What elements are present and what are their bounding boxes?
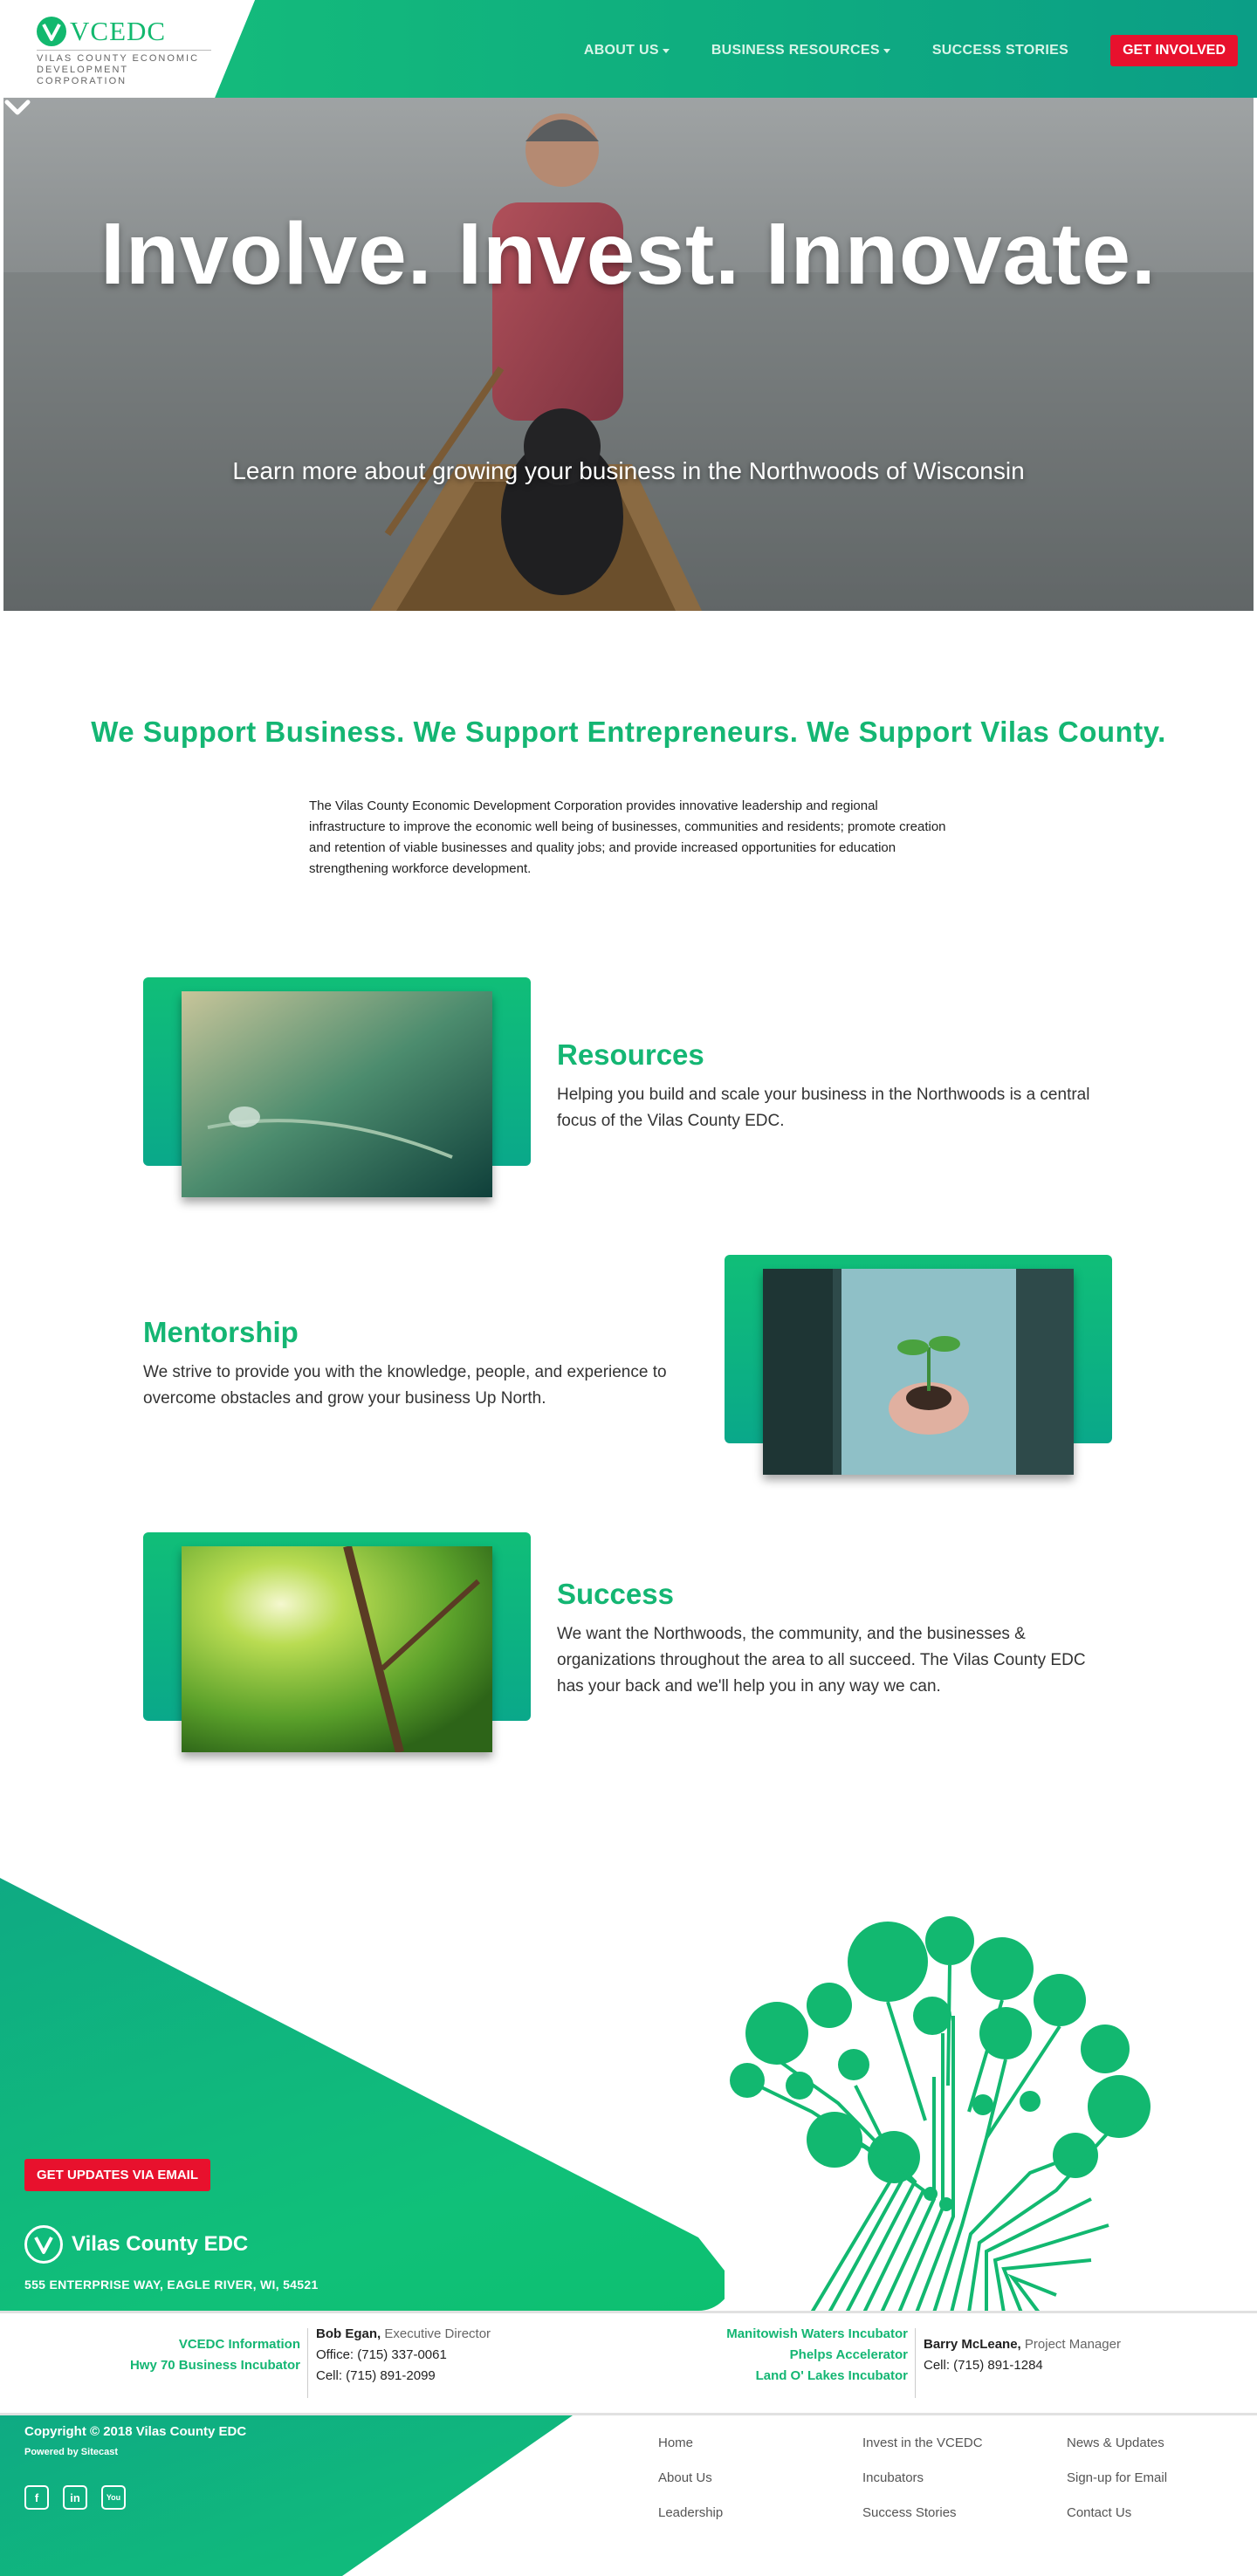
intro-text: The Vilas County Economic Development Co… xyxy=(309,798,946,876)
footer-link-invest[interactable]: Invest in the VCEDC xyxy=(862,2426,983,2461)
nav-success-stories-label: SUCCESS STORIES xyxy=(931,43,1069,58)
footer-link-about-us[interactable]: About Us xyxy=(658,2461,723,2496)
nav-success-stories[interactable]: SUCCESS STORIES xyxy=(932,43,1068,58)
logo-text: VCEDC xyxy=(70,16,167,46)
feature-text-success: We want the Northwoods, the community, a… xyxy=(557,1625,1086,1696)
success-image xyxy=(182,1546,492,1752)
get-involved-button[interactable]: GET INVOLVED xyxy=(1110,35,1238,66)
chevron-down-icon[interactable] xyxy=(3,98,31,119)
vcedc-logo[interactable]: VCEDC VILAS COUNTY ECONOMIC DEVELOPMENT … xyxy=(37,16,211,87)
hero-banner: Involve. Invest. Innovate. Learn more ab… xyxy=(3,98,1254,611)
logo-subtitle: VILAS COUNTY ECONOMIC DEVELOPMENT CORPOR… xyxy=(37,50,211,87)
footer-links-col-2: Invest in the VCEDC Incubators Success S… xyxy=(862,2426,983,2531)
linkedin-icon[interactable]: in xyxy=(63,2485,87,2510)
nav-about-us[interactable]: ABOUT US xyxy=(584,43,670,58)
powered-by-text[interactable]: Powered by Sitecast xyxy=(24,2447,118,2457)
logo-subtitle-line1: VILAS COUNTY ECONOMIC xyxy=(37,53,200,64)
social-links: f in You xyxy=(24,2485,126,2510)
link-vcedc-information[interactable]: VCEDC Information xyxy=(87,2334,300,2355)
hero-photo xyxy=(3,98,1254,611)
contact-cell-bob: Cell: (715) 891-2099 xyxy=(316,2368,436,2383)
link-manitowish-incubator[interactable]: Manitowish Waters Incubator xyxy=(628,2324,908,2345)
feature-title-success: Success xyxy=(557,1578,674,1610)
hero-subtitle: Learn more about growing your business i… xyxy=(232,457,1025,484)
circuit-tree-illustration xyxy=(730,1916,1151,2312)
footer-link-incubators[interactable]: Incubators xyxy=(862,2461,983,2496)
contact-role-barry: Project Manager xyxy=(1024,2337,1121,2352)
copyright-text: Copyright © 2018 Vilas County EDC xyxy=(24,2424,247,2439)
contact-name-barry: Barry McLeane, xyxy=(924,2337,1021,2352)
caret-down-icon xyxy=(883,48,890,53)
footer-link-signup-email[interactable]: Sign-up for Email xyxy=(1067,2461,1167,2496)
link-phelps-accelerator[interactable]: Phelps Accelerator xyxy=(628,2345,908,2366)
main-nav: ABOUT US BUSINESS RESOURCES SUCCESS STOR… xyxy=(584,35,1238,66)
logo-v-icon xyxy=(37,17,66,46)
footer-address: 555 ENTERPRISE WAY, EAGLE RIVER, WI, 545… xyxy=(24,2278,319,2292)
link-hwy70-incubator[interactable]: Hwy 70 Business Incubator xyxy=(87,2355,300,2376)
contact-links-left: VCEDC Information Hwy 70 Business Incuba… xyxy=(87,2334,300,2376)
footer-link-contact-us[interactable]: Contact Us xyxy=(1067,2496,1167,2531)
contact-cell-barry: Cell: (715) 891-1284 xyxy=(924,2358,1043,2373)
contact-divider-right xyxy=(915,2328,916,2398)
nav-about-us-label: ABOUT US xyxy=(583,43,659,58)
footer-links-col-1: Home About Us Leadership xyxy=(658,2426,723,2531)
facebook-icon[interactable]: f xyxy=(24,2485,49,2510)
contact-divider-left xyxy=(307,2328,308,2398)
footer-link-news[interactable]: News & Updates xyxy=(1067,2426,1167,2461)
footer-logo-v-icon xyxy=(24,2225,63,2264)
footer-link-home[interactable]: Home xyxy=(658,2426,723,2461)
feature-text-mentorship: We strive to provide you with the knowle… xyxy=(143,1363,667,1408)
footer-brand-name: Vilas County EDC xyxy=(72,2232,249,2256)
link-land-o-lakes-incubator[interactable]: Land O' Lakes Incubator xyxy=(628,2366,908,2387)
contact-office-bob: Office: (715) 337-0061 xyxy=(316,2347,447,2362)
footer-link-success-stories[interactable]: Success Stories xyxy=(862,2496,983,2531)
contact-person-right: Barry McLeane, Project Manager Cell: (71… xyxy=(924,2334,1185,2376)
footer-brand[interactable]: Vilas County EDC xyxy=(24,2225,248,2264)
contact-role-bob: Executive Director xyxy=(384,2326,491,2341)
logo-subtitle-line2: DEVELOPMENT CORPORATION xyxy=(37,65,128,86)
footer-link-leadership[interactable]: Leadership xyxy=(658,2496,723,2531)
contact-person-left: Bob Egan, Executive Director Office: (71… xyxy=(316,2324,525,2387)
contact-name-bob: Bob Egan, xyxy=(316,2326,381,2341)
nav-business-resources[interactable]: BUSINESS RESOURCES xyxy=(711,43,890,58)
feature-text-resources: Helping you build and scale your busines… xyxy=(557,1086,1090,1130)
hero-title: Involve. Invest. Innovate. xyxy=(100,205,1157,303)
contact-links-right: Manitowish Waters Incubator Phelps Accel… xyxy=(628,2324,908,2387)
footer-links-col-3: News & Updates Sign-up for Email Contact… xyxy=(1067,2426,1167,2531)
intro-title: We Support Business. We Support Entrepre… xyxy=(91,716,1166,748)
youtube-icon[interactable]: You xyxy=(101,2485,126,2510)
feature-title-mentorship: Mentorship xyxy=(143,1316,299,1348)
resources-image xyxy=(182,991,492,1197)
site-header: VCEDC VILAS COUNTY ECONOMIC DEVELOPMENT … xyxy=(0,0,1257,98)
nav-business-resources-label: BUSINESS RESOURCES xyxy=(711,43,880,58)
mentorship-image xyxy=(763,1269,1074,1475)
caret-down-icon xyxy=(662,48,670,53)
feature-title-resources: Resources xyxy=(557,1038,704,1071)
get-updates-email-button[interactable]: GET UPDATES VIA EMAIL xyxy=(24,2159,211,2191)
